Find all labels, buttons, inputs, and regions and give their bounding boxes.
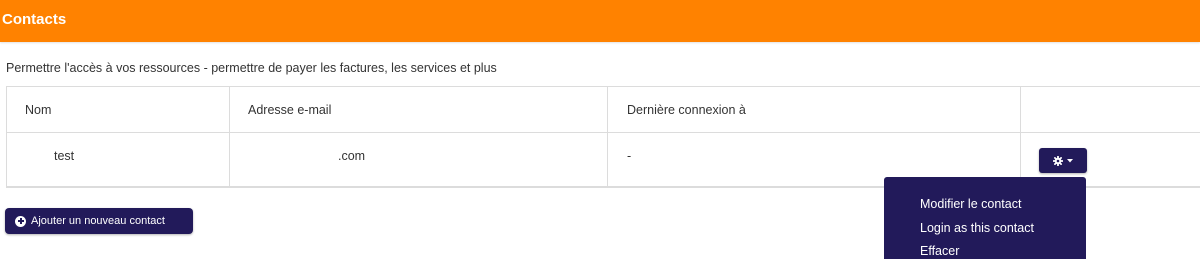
column-header-label: Nom <box>25 103 52 117</box>
column-header-label: Dernière connexion à <box>627 103 746 117</box>
contact-name: test <box>54 149 75 163</box>
column-header-label: Adresse e-mail <box>248 103 332 117</box>
column-header-name: Nom <box>7 87 229 132</box>
menu-item-delete[interactable]: Effacer <box>884 242 1086 259</box>
contact-email: .com <box>338 149 366 163</box>
caret-down-icon <box>1067 158 1073 162</box>
add-contact-label: Ajouter un nouveau contact <box>31 215 165 227</box>
add-contact-button[interactable]: Ajouter un nouveau contact <box>5 208 193 234</box>
gear-icon <box>1053 155 1063 166</box>
panel-description: Permettre l'accès à vos ressources - per… <box>6 61 497 75</box>
column-header-actions <box>1020 87 1200 132</box>
menu-item-edit-contact[interactable]: Modifier le contact <box>884 195 1086 219</box>
panel-header: Contacts <box>0 0 1200 42</box>
contact-actions-menu: Modifier le contact Login as this contac… <box>884 177 1086 259</box>
cell-email: .com <box>229 133 607 186</box>
column-header-email: Adresse e-mail <box>229 87 607 132</box>
contacts-table: Nom Adresse e-mail Dernière connexion à … <box>6 86 1200 188</box>
plus-circle-icon <box>15 215 26 227</box>
table-header-row: Nom Adresse e-mail Dernière connexion à <box>7 87 1200 133</box>
column-header-last-login: Dernière connexion à <box>607 87 1020 132</box>
cell-name: test <box>7 133 229 186</box>
contact-last-login: - <box>627 149 632 163</box>
menu-item-login-as-contact[interactable]: Login as this contact <box>884 219 1086 243</box>
page-title: Contacts <box>2 11 67 28</box>
contact-actions-button[interactable] <box>1039 148 1087 173</box>
